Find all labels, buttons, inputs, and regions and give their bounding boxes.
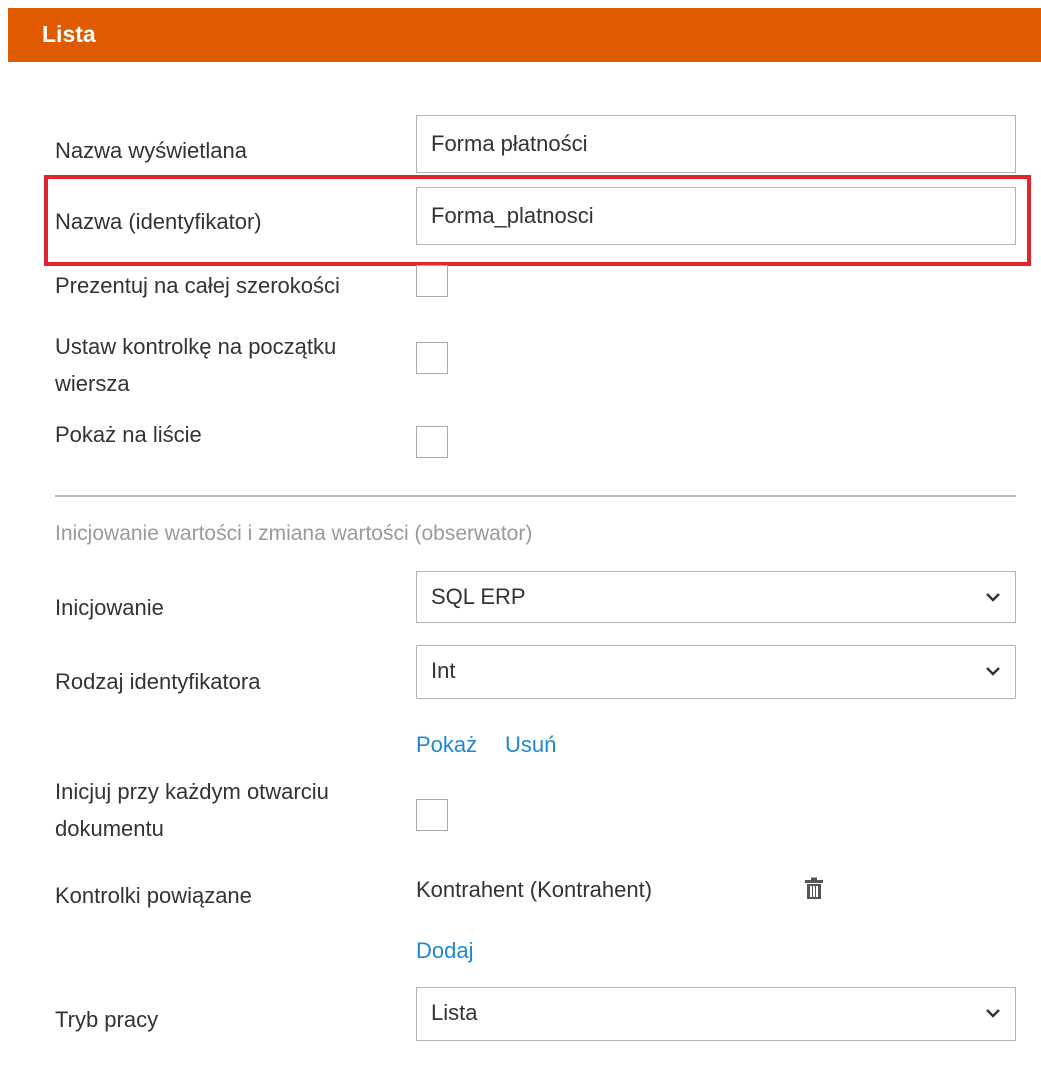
- row-start-label-line1: Ustaw kontrolkę na początku: [55, 334, 337, 359]
- init-select-value: SQL ERP: [431, 584, 526, 609]
- section-title: Inicjowanie wartości i zmiana wartości (…: [55, 522, 533, 545]
- work-mode-select[interactable]: Lista: [416, 987, 1016, 1041]
- related-controls-label: Kontrolki powiązane: [55, 883, 252, 908]
- chevron-down-icon: [986, 1009, 1000, 1018]
- full-width-checkbox[interactable]: [416, 265, 448, 297]
- id-type-select-value: Int: [431, 658, 456, 683]
- id-type-select[interactable]: Int: [416, 645, 1016, 699]
- show-on-list-checkbox[interactable]: [416, 426, 448, 458]
- id-type-label: Rodzaj identyfikatora: [55, 669, 261, 694]
- identifier-input[interactable]: Forma_platnosci: [416, 187, 1016, 245]
- section-divider: [55, 495, 1016, 497]
- work-mode-select-value: Lista: [431, 1000, 478, 1025]
- init-label: Inicjowanie: [55, 595, 164, 620]
- row-start-checkbox[interactable]: [416, 342, 448, 374]
- row-start-label-line2: wiersza: [55, 371, 130, 396]
- init-each-open-checkbox[interactable]: [416, 799, 448, 831]
- show-link[interactable]: Pokaż: [416, 732, 477, 758]
- show-on-list-label: Pokaż na liście: [55, 422, 202, 447]
- chevron-down-icon: [986, 667, 1000, 676]
- panel-header: Lista: [8, 8, 1041, 62]
- related-control-item: Kontrahent (Kontrahent): [416, 877, 653, 902]
- chevron-down-icon: [986, 593, 1000, 602]
- identifier-label: Nazwa (identyfikator): [55, 209, 262, 234]
- init-each-open-label-line1: Inicjuj przy każdym otwarciu: [55, 779, 329, 804]
- display-name-value: Forma płatności: [431, 131, 588, 156]
- work-mode-label: Tryb pracy: [55, 1007, 159, 1032]
- identifier-value: Forma_platnosci: [431, 203, 594, 228]
- init-each-open-label-line2: dokumentu: [55, 816, 164, 841]
- add-link[interactable]: Dodaj: [416, 938, 473, 964]
- remove-link[interactable]: Usuń: [505, 732, 556, 758]
- init-select[interactable]: SQL ERP: [416, 571, 1016, 623]
- display-name-label: Nazwa wyświetlana: [55, 138, 247, 163]
- display-name-input[interactable]: Forma płatności: [416, 115, 1016, 173]
- trash-icon[interactable]: [803, 877, 825, 901]
- full-width-label: Prezentuj na całej szerokości: [55, 273, 340, 298]
- panel-title: Lista: [42, 21, 96, 47]
